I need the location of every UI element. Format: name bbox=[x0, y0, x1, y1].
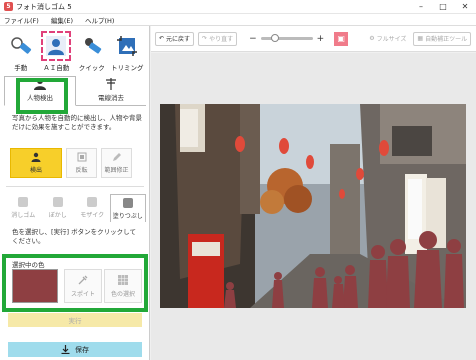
effect-eraser[interactable]: 消しゴム bbox=[6, 194, 41, 222]
zoom-out-button[interactable]: − bbox=[249, 34, 257, 44]
panel-divider bbox=[6, 186, 144, 187]
canvas-area bbox=[151, 53, 476, 360]
canvas-toolbar: ↶ 元に戻す ↷ やり直す − + ▣ ⚙ フルサイズ ▦ 自動補正ツール bbox=[151, 26, 476, 52]
redo-label: やり直す bbox=[209, 36, 234, 43]
tab-power-line-label: 電線消去 bbox=[98, 94, 124, 102]
tool-quick[interactable]: クイック bbox=[75, 30, 109, 76]
redo-button[interactable]: ↷ やり直す bbox=[198, 31, 238, 46]
save-button[interactable]: 保存 bbox=[8, 342, 142, 357]
menu-file[interactable]: ファイル(F) bbox=[4, 15, 39, 25]
menu-bar: ファイル(F) 編集(E) ヘルプ(H) bbox=[0, 14, 476, 26]
invert-button-label: 反転 bbox=[75, 167, 88, 174]
left-panel: 手動 ＡＩ自動 クイック トリミング 人物検出 電線消去 写真から人物を自動的に… bbox=[0, 26, 150, 360]
effect-blur[interactable]: ぼかし bbox=[41, 194, 76, 222]
effect-fill[interactable]: 塗りつぶし bbox=[109, 194, 146, 222]
zoom-control: − + bbox=[249, 34, 324, 44]
zoom-in-button[interactable]: + bbox=[317, 34, 325, 44]
fill-icon bbox=[122, 197, 133, 208]
tool-trimming[interactable]: トリミング bbox=[111, 30, 145, 76]
edited-photo[interactable] bbox=[160, 104, 466, 308]
ai-person-icon bbox=[41, 31, 72, 61]
effect-eraser-label: 消しゴム bbox=[11, 212, 36, 219]
detect-mode-buttons: 検出 反転 範囲修正 bbox=[10, 148, 140, 180]
power-line-icon bbox=[104, 77, 118, 90]
window-title: フォト消しゴム 5 bbox=[16, 2, 72, 11]
tool-ai-auto[interactable]: ＡＩ自動 bbox=[40, 30, 74, 76]
fullsize-label: フルサイズ bbox=[376, 36, 407, 43]
tool-quick-label: クイック bbox=[78, 64, 105, 72]
fit-icon: ▣ bbox=[337, 34, 345, 43]
auto-correct-label: 自動補正ツール bbox=[425, 36, 468, 43]
download-icon bbox=[61, 345, 70, 354]
zoom-slider-thumb[interactable] bbox=[270, 34, 279, 42]
range-fix-button[interactable]: 範囲修正 bbox=[101, 148, 132, 178]
undo-label: 元に戻す bbox=[166, 36, 191, 43]
maximize-button[interactable]: □ bbox=[432, 0, 454, 14]
minimize-button[interactable]: – bbox=[410, 0, 432, 14]
tool-manual[interactable]: 手動 bbox=[4, 30, 38, 76]
title-bar: 5 フォト消しゴム 5 – □ ✕ bbox=[0, 0, 476, 14]
person-detect-description: 写真から人物を自動的に検出し、人物や背景だけに効果を施すことができます。 bbox=[12, 114, 142, 131]
pencil-icon bbox=[112, 153, 121, 161]
app-icon: 5 bbox=[4, 2, 13, 11]
fullsize-icon: ⚙ bbox=[369, 35, 375, 42]
undo-icon: ↶ bbox=[159, 35, 165, 42]
fit-to-window-button[interactable]: ▣ bbox=[334, 31, 349, 46]
tab-power-line[interactable]: 電線消去 bbox=[76, 76, 146, 105]
invert-icon bbox=[77, 152, 86, 162]
highlight-color-section bbox=[2, 254, 148, 312]
close-button[interactable]: ✕ bbox=[454, 0, 476, 14]
brush-icon bbox=[9, 34, 33, 58]
fill-description: 色を選択し、[実行] ボタンをクリックしてください。 bbox=[12, 228, 136, 245]
quick-brush-icon bbox=[80, 34, 104, 58]
undo-button[interactable]: ↶ 元に戻す bbox=[155, 31, 195, 46]
menu-edit[interactable]: 編集(E) bbox=[51, 15, 73, 25]
invert-button[interactable]: 反転 bbox=[66, 148, 97, 178]
fullsize-button[interactable]: ⚙ フルサイズ bbox=[366, 31, 410, 46]
range-fix-button-label: 範囲修正 bbox=[104, 167, 129, 174]
mosaic-icon bbox=[87, 197, 98, 207]
street-scene-image bbox=[160, 104, 466, 308]
detect-button-label: 検出 bbox=[29, 167, 42, 174]
detect-button[interactable]: 検出 bbox=[10, 148, 62, 178]
effect-mosaic-label: モザイク bbox=[80, 212, 105, 219]
crop-icon bbox=[115, 34, 139, 58]
effect-blur-label: ぼかし bbox=[48, 212, 67, 219]
menu-help[interactable]: ヘルプ(H) bbox=[85, 15, 114, 25]
effect-tabs: 消しゴム ぼかし モザイク 塗りつぶし bbox=[6, 194, 146, 222]
run-button[interactable]: 実行 bbox=[8, 313, 142, 327]
effect-mosaic[interactable]: モザイク bbox=[75, 194, 110, 222]
auto-correct-button[interactable]: ▦ 自動補正ツール bbox=[413, 31, 472, 46]
person-detect-icon bbox=[31, 152, 41, 162]
effect-fill-label: 塗りつぶし bbox=[112, 212, 143, 220]
highlight-person-tab bbox=[16, 78, 68, 114]
tool-manual-label: 手動 bbox=[14, 64, 28, 72]
tool-ai-auto-label: ＡＩ自動 bbox=[43, 64, 70, 72]
zoom-slider[interactable] bbox=[260, 34, 313, 42]
redo-icon: ↷ bbox=[202, 35, 208, 42]
save-button-label: 保存 bbox=[75, 345, 89, 354]
auto-correct-icon: ▦ bbox=[417, 35, 424, 42]
tool-trimming-label: トリミング bbox=[111, 64, 144, 72]
tool-row: 手動 ＡＩ自動 クイック トリミング bbox=[0, 26, 150, 76]
eraser-icon bbox=[18, 197, 29, 207]
blur-icon bbox=[52, 197, 63, 207]
